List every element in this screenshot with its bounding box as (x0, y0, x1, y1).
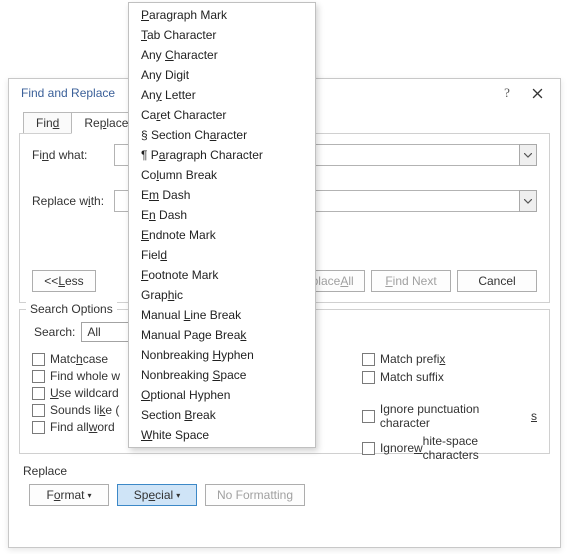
close-icon (532, 88, 543, 99)
cancel-button[interactable]: Cancel (457, 270, 537, 292)
search-direction-value: All (82, 325, 130, 339)
checkbox-box (362, 442, 375, 455)
special-menu-item[interactable]: White Space (129, 425, 315, 445)
checkbox-box (32, 421, 45, 434)
special-menu-item[interactable]: Manual Line Break (129, 305, 315, 325)
special-menu-item[interactable]: Manual Page Break (129, 325, 315, 345)
find-next-button[interactable]: Find Next (371, 270, 451, 292)
ignore-punctuation-checkbox[interactable]: Ignore punctuation characters (362, 402, 537, 430)
special-menu-item[interactable]: Endnote Mark (129, 225, 315, 245)
special-menu-item[interactable]: Em Dash (129, 185, 315, 205)
special-button[interactable]: Special▾ (117, 484, 197, 506)
special-menu-item[interactable]: Optional Hyphen (129, 385, 315, 405)
find-what-dropdown[interactable] (519, 144, 537, 166)
tab-find[interactable]: Find (23, 112, 72, 134)
bottom-button-row: Format▾ Special▾ No Formatting (23, 484, 550, 506)
arrow-down-icon: ▾ (88, 491, 92, 500)
match-suffix-checkbox[interactable]: Match suffix (362, 370, 537, 384)
special-menu-item[interactable]: Column Break (129, 165, 315, 185)
special-menu-item[interactable]: Field (129, 245, 315, 265)
replace-section: Replace Format▾ Special▾ No Formatting (19, 464, 550, 506)
checkbox-box (32, 370, 45, 383)
match-prefix-checkbox[interactable]: Match prefix (362, 352, 537, 366)
special-menu-item[interactable]: Any Character (129, 45, 315, 65)
ignore-whitespace-checkbox[interactable]: Ignore white-space characters (362, 434, 537, 462)
chevron-down-icon (524, 153, 532, 158)
search-label: Search: (34, 325, 75, 339)
find-what-label: Find what: (32, 148, 114, 162)
special-menu-item[interactable]: Nonbreaking Hyphen (129, 345, 315, 365)
replace-section-header: Replace (23, 464, 550, 478)
special-menu: Paragraph MarkTab CharacterAny Character… (128, 2, 316, 448)
special-menu-item[interactable]: En Dash (129, 205, 315, 225)
checkbox-box (32, 387, 45, 400)
search-options-title: Search Options (26, 302, 117, 316)
replace-with-label: Replace with: (32, 194, 114, 208)
replace-with-dropdown[interactable] (519, 190, 537, 212)
special-menu-item[interactable]: Paragraph Mark (129, 5, 315, 25)
special-menu-item[interactable]: Tab Character (129, 25, 315, 45)
special-menu-item[interactable]: Section Break (129, 405, 315, 425)
checkbox-box (362, 371, 375, 384)
special-menu-item[interactable]: Any Digit (129, 65, 315, 85)
help-button[interactable]: ? (492, 82, 522, 104)
special-menu-item[interactable]: Footnote Mark (129, 265, 315, 285)
special-menu-item[interactable]: Caret Character (129, 105, 315, 125)
arrow-down-icon: ▾ (176, 491, 180, 500)
special-menu-item[interactable]: ¶ Paragraph Character (129, 145, 315, 165)
special-menu-item[interactable]: Any Letter (129, 85, 315, 105)
checkbox-box (362, 353, 375, 366)
checkbox-box (362, 410, 375, 423)
no-formatting-button[interactable]: No Formatting (205, 484, 305, 506)
special-menu-item[interactable]: § Section Character (129, 125, 315, 145)
chevron-down-icon (524, 199, 532, 204)
format-button[interactable]: Format▾ (29, 484, 109, 506)
special-menu-item[interactable]: Nonbreaking Space (129, 365, 315, 385)
checkbox-box (32, 404, 45, 417)
close-button[interactable] (522, 82, 552, 104)
checkbox-box (32, 353, 45, 366)
less-button[interactable]: << Less (32, 270, 96, 292)
special-menu-item[interactable]: Graphic (129, 285, 315, 305)
